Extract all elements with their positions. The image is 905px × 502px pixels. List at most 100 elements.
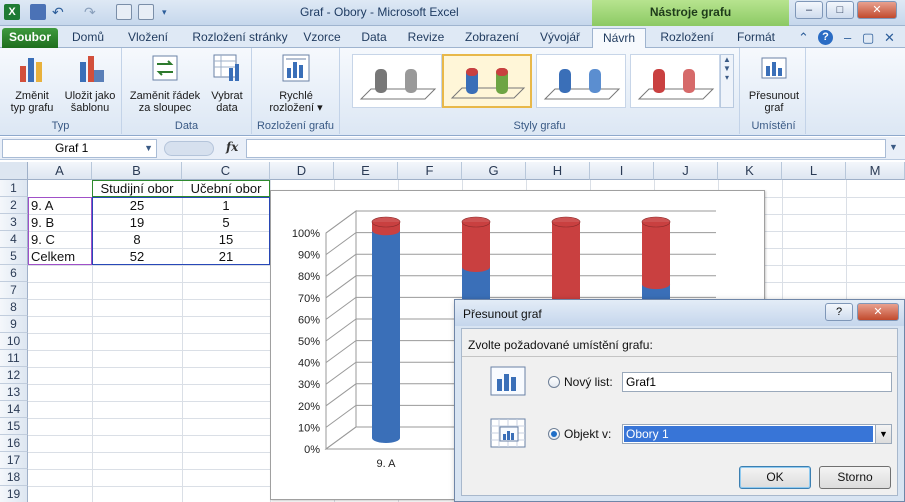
row-header-16[interactable]: 16 (0, 435, 28, 452)
ok-button[interactable]: OK (739, 466, 811, 489)
cell-a5[interactable]: Celkem (31, 248, 75, 265)
new-sheet-name-input[interactable]: Graf1 (622, 372, 892, 392)
row-header-5[interactable]: 5 (0, 248, 28, 265)
cell-b4[interactable]: 8 (92, 231, 182, 248)
column-header-f[interactable]: F (398, 162, 462, 180)
cell-c5[interactable]: 21 (182, 248, 270, 265)
minimize-ribbon-icon[interactable]: ⌃ (798, 30, 809, 46)
column-header-g[interactable]: G (462, 162, 526, 180)
column-header-b[interactable]: B (92, 162, 182, 180)
object-in-dropdown-icon[interactable]: ▼ (875, 425, 891, 443)
cell-b3[interactable]: 19 (92, 214, 182, 231)
cell-c3[interactable]: 5 (182, 214, 270, 231)
cell-a4[interactable]: 9. C (31, 231, 55, 248)
column-header-a[interactable]: A (28, 162, 92, 180)
row-header-15[interactable]: 15 (0, 418, 28, 435)
tab-review[interactable]: Revize (404, 28, 448, 48)
tab-view[interactable]: Zobrazení (460, 28, 524, 48)
row-header-8[interactable]: 8 (0, 299, 28, 316)
quick-layout-button[interactable]: Rychlé rozložení ▾ (258, 52, 334, 114)
switch-row-column-button[interactable]: Zaměnit řádek za sloupec (126, 52, 204, 114)
new-sheet-label[interactable]: Nový list: (564, 375, 613, 389)
dialog-title-bar[interactable]: Přesunout graf ? ✕ (455, 300, 904, 326)
print-preview-icon[interactable] (116, 4, 132, 20)
save-icon[interactable] (30, 4, 46, 20)
insert-function-button[interactable]: fx (226, 140, 238, 154)
tab-home[interactable]: Domů (66, 28, 110, 48)
move-chart-button[interactable]: Přesunout graf (744, 52, 804, 114)
name-box-dropdown-icon[interactable]: ▼ (144, 140, 153, 157)
tab-formulas[interactable]: Vzorce (300, 28, 344, 48)
column-header-m[interactable]: M (846, 162, 905, 180)
select-all-corner[interactable] (0, 162, 28, 180)
cell-b2[interactable]: 25 (92, 197, 182, 214)
tab-chart-layout[interactable]: Rozložení (654, 28, 720, 48)
row-header-1[interactable]: 1 (0, 180, 28, 197)
row-header-13[interactable]: 13 (0, 384, 28, 401)
row-header-17[interactable]: 17 (0, 452, 28, 469)
minimize-workbook-icon[interactable]: – (844, 30, 851, 45)
row-header-3[interactable]: 3 (0, 214, 28, 231)
tab-data[interactable]: Data (356, 28, 392, 48)
select-data-button[interactable]: Vybrat data (206, 52, 248, 114)
column-header-d[interactable]: D (270, 162, 334, 180)
print-icon[interactable] (138, 4, 154, 20)
dialog-close-button[interactable]: ✕ (857, 303, 899, 321)
restore-button[interactable]: □ (826, 1, 854, 19)
row-header-12[interactable]: 12 (0, 367, 28, 384)
row-header-4[interactable]: 4 (0, 231, 28, 248)
minimize-button[interactable]: – (795, 1, 823, 19)
close-workbook-icon[interactable]: ✕ (884, 30, 895, 46)
dialog-help-button[interactable]: ? (825, 303, 853, 321)
object-in-label[interactable]: Objekt v: (564, 427, 611, 441)
cell-b5[interactable]: 52 (92, 248, 182, 265)
tab-page-layout[interactable]: Rozložení stránky (184, 28, 296, 48)
column-header-i[interactable]: I (590, 162, 654, 180)
undo-icon[interactable]: ↶ (52, 4, 68, 20)
formula-input[interactable] (246, 139, 886, 158)
cell-c4[interactable]: 15 (182, 231, 270, 248)
new-sheet-radio[interactable] (548, 376, 560, 388)
redo-icon[interactable]: ↷ (84, 4, 100, 20)
column-header-j[interactable]: J (654, 162, 718, 180)
change-chart-type-button[interactable]: Změnit typ grafu (6, 52, 58, 114)
name-box[interactable]: Graf 1 ▼ (2, 139, 157, 158)
row-header-11[interactable]: 11 (0, 350, 28, 367)
customize-qat-icon[interactable]: ▾ (162, 4, 178, 20)
help-icon[interactable]: ? (818, 30, 833, 45)
row-header-18[interactable]: 18 (0, 469, 28, 486)
row-header-9[interactable]: 9 (0, 316, 28, 333)
column-header-h[interactable]: H (526, 162, 590, 180)
row-header-6[interactable]: 6 (0, 265, 28, 282)
row-header-7[interactable]: 7 (0, 282, 28, 299)
row-header-10[interactable]: 10 (0, 333, 28, 350)
chart-style-multicolor[interactable] (442, 54, 532, 108)
chart-style-blue[interactable] (536, 54, 626, 108)
row-header-14[interactable]: 14 (0, 401, 28, 418)
cell-a2[interactable]: 9. A (31, 197, 53, 214)
column-header-e[interactable]: E (334, 162, 398, 180)
restore-workbook-icon[interactable]: ▢ (862, 30, 874, 46)
tab-insert[interactable]: Vložení (120, 28, 176, 48)
tab-design[interactable]: Návrh (592, 28, 646, 48)
save-as-template-button[interactable]: Uložit jako šablonu (60, 52, 120, 114)
column-header-c[interactable]: C (182, 162, 270, 180)
object-in-radio[interactable] (548, 428, 560, 440)
cancel-button[interactable]: Storno (819, 466, 891, 489)
gallery-scroll-arrows[interactable]: ▲ ▼ ▾ (720, 54, 734, 108)
row-header-2[interactable]: 2 (0, 197, 28, 214)
column-header-l[interactable]: L (782, 162, 846, 180)
row-header-19[interactable]: 19 (0, 486, 28, 502)
tab-developer[interactable]: Vývojář (532, 28, 588, 48)
tab-file[interactable]: Soubor (2, 28, 58, 48)
object-in-select[interactable]: Obory 1 ▼ (622, 424, 892, 444)
cell-c2[interactable]: 1 (182, 197, 270, 214)
column-header-k[interactable]: K (718, 162, 782, 180)
cell-b1[interactable]: Studijní obor (92, 180, 182, 197)
chart-style-gray[interactable] (352, 54, 442, 108)
expand-formula-icon[interactable]: ▼ (889, 142, 898, 152)
close-window-button[interactable]: ✕ (857, 1, 897, 19)
cell-c1[interactable]: Učební obor (182, 180, 270, 197)
cell-a3[interactable]: 9. B (31, 214, 54, 231)
chart-style-red[interactable] (630, 54, 720, 108)
